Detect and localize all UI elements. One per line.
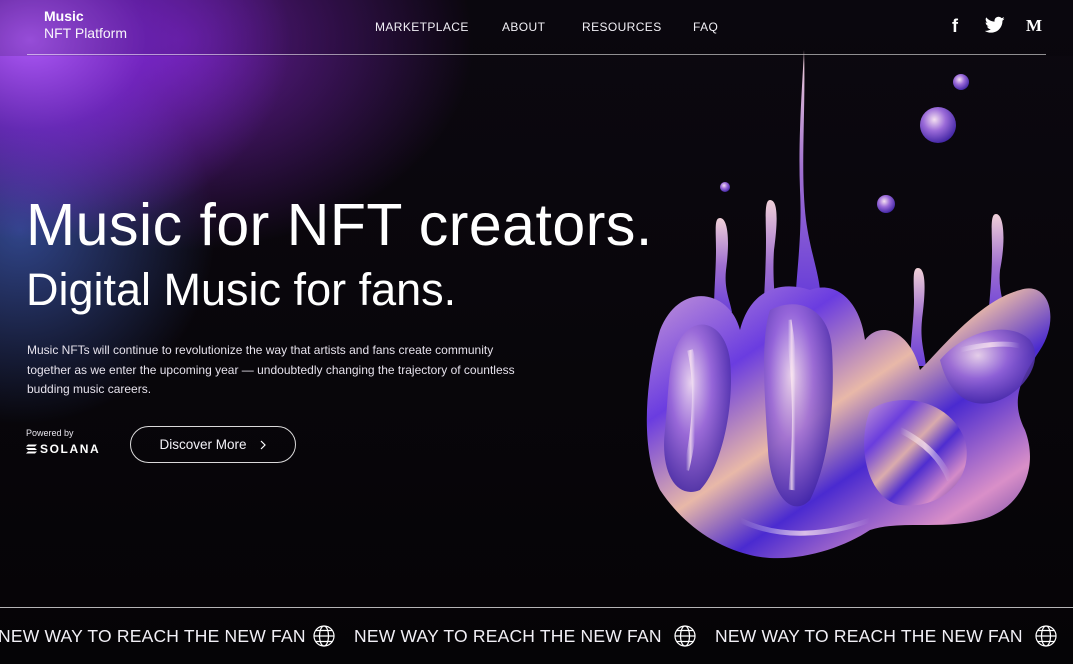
ticker-text: NEW WAY TO REACH THE NEW FAN <box>354 626 662 646</box>
hero-subheadline: Digital Music for fans. <box>26 264 457 315</box>
globe-icon <box>313 625 335 647</box>
discover-more-button[interactable]: Discover More <box>130 426 296 463</box>
powered-by-badge: Powered by SOLANA <box>26 428 100 456</box>
powered-by-label: Powered by <box>26 428 74 438</box>
chevron-right-icon <box>260 440 266 449</box>
twitter-icon[interactable] <box>985 16 1005 34</box>
ticker-text: NEW WAY TO REACH THE NEW FAN <box>715 626 1023 646</box>
solana-logo: SOLANA <box>26 442 100 456</box>
hero-description: Music NFTs will continue to revolutioniz… <box>27 343 515 396</box>
main-nav: MARKETPLACE ABOUT RESOURCES FAQ <box>0 20 1073 36</box>
facebook-icon[interactable]: f <box>952 16 958 37</box>
solana-wordmark: SOLANA <box>40 442 101 456</box>
nav-item-about[interactable]: ABOUT <box>502 20 545 34</box>
nav-item-resources[interactable]: RESOURCES <box>582 20 662 34</box>
ticker-text: NEW WAY TO REACH THE NEW FAN <box>0 626 306 646</box>
globe-icon <box>674 625 696 647</box>
hero-headline: Music for NFT creators. <box>26 192 653 258</box>
globe-icon <box>1035 625 1057 647</box>
liquid-sculpture-image <box>646 50 1051 559</box>
marquee-ticker: NEW WAY TO REACH THE NEW FAN NEW WAY TO … <box>0 607 1073 664</box>
nav-item-marketplace[interactable]: MARKETPLACE <box>375 20 469 34</box>
nav-item-faq[interactable]: FAQ <box>693 20 718 34</box>
solana-icon <box>26 444 37 454</box>
discover-more-label: Discover More <box>159 437 247 452</box>
medium-icon[interactable]: M <box>1026 16 1042 36</box>
hero-section: Music NFT Platform MARKETPLACE ABOUT RES… <box>0 0 1073 664</box>
